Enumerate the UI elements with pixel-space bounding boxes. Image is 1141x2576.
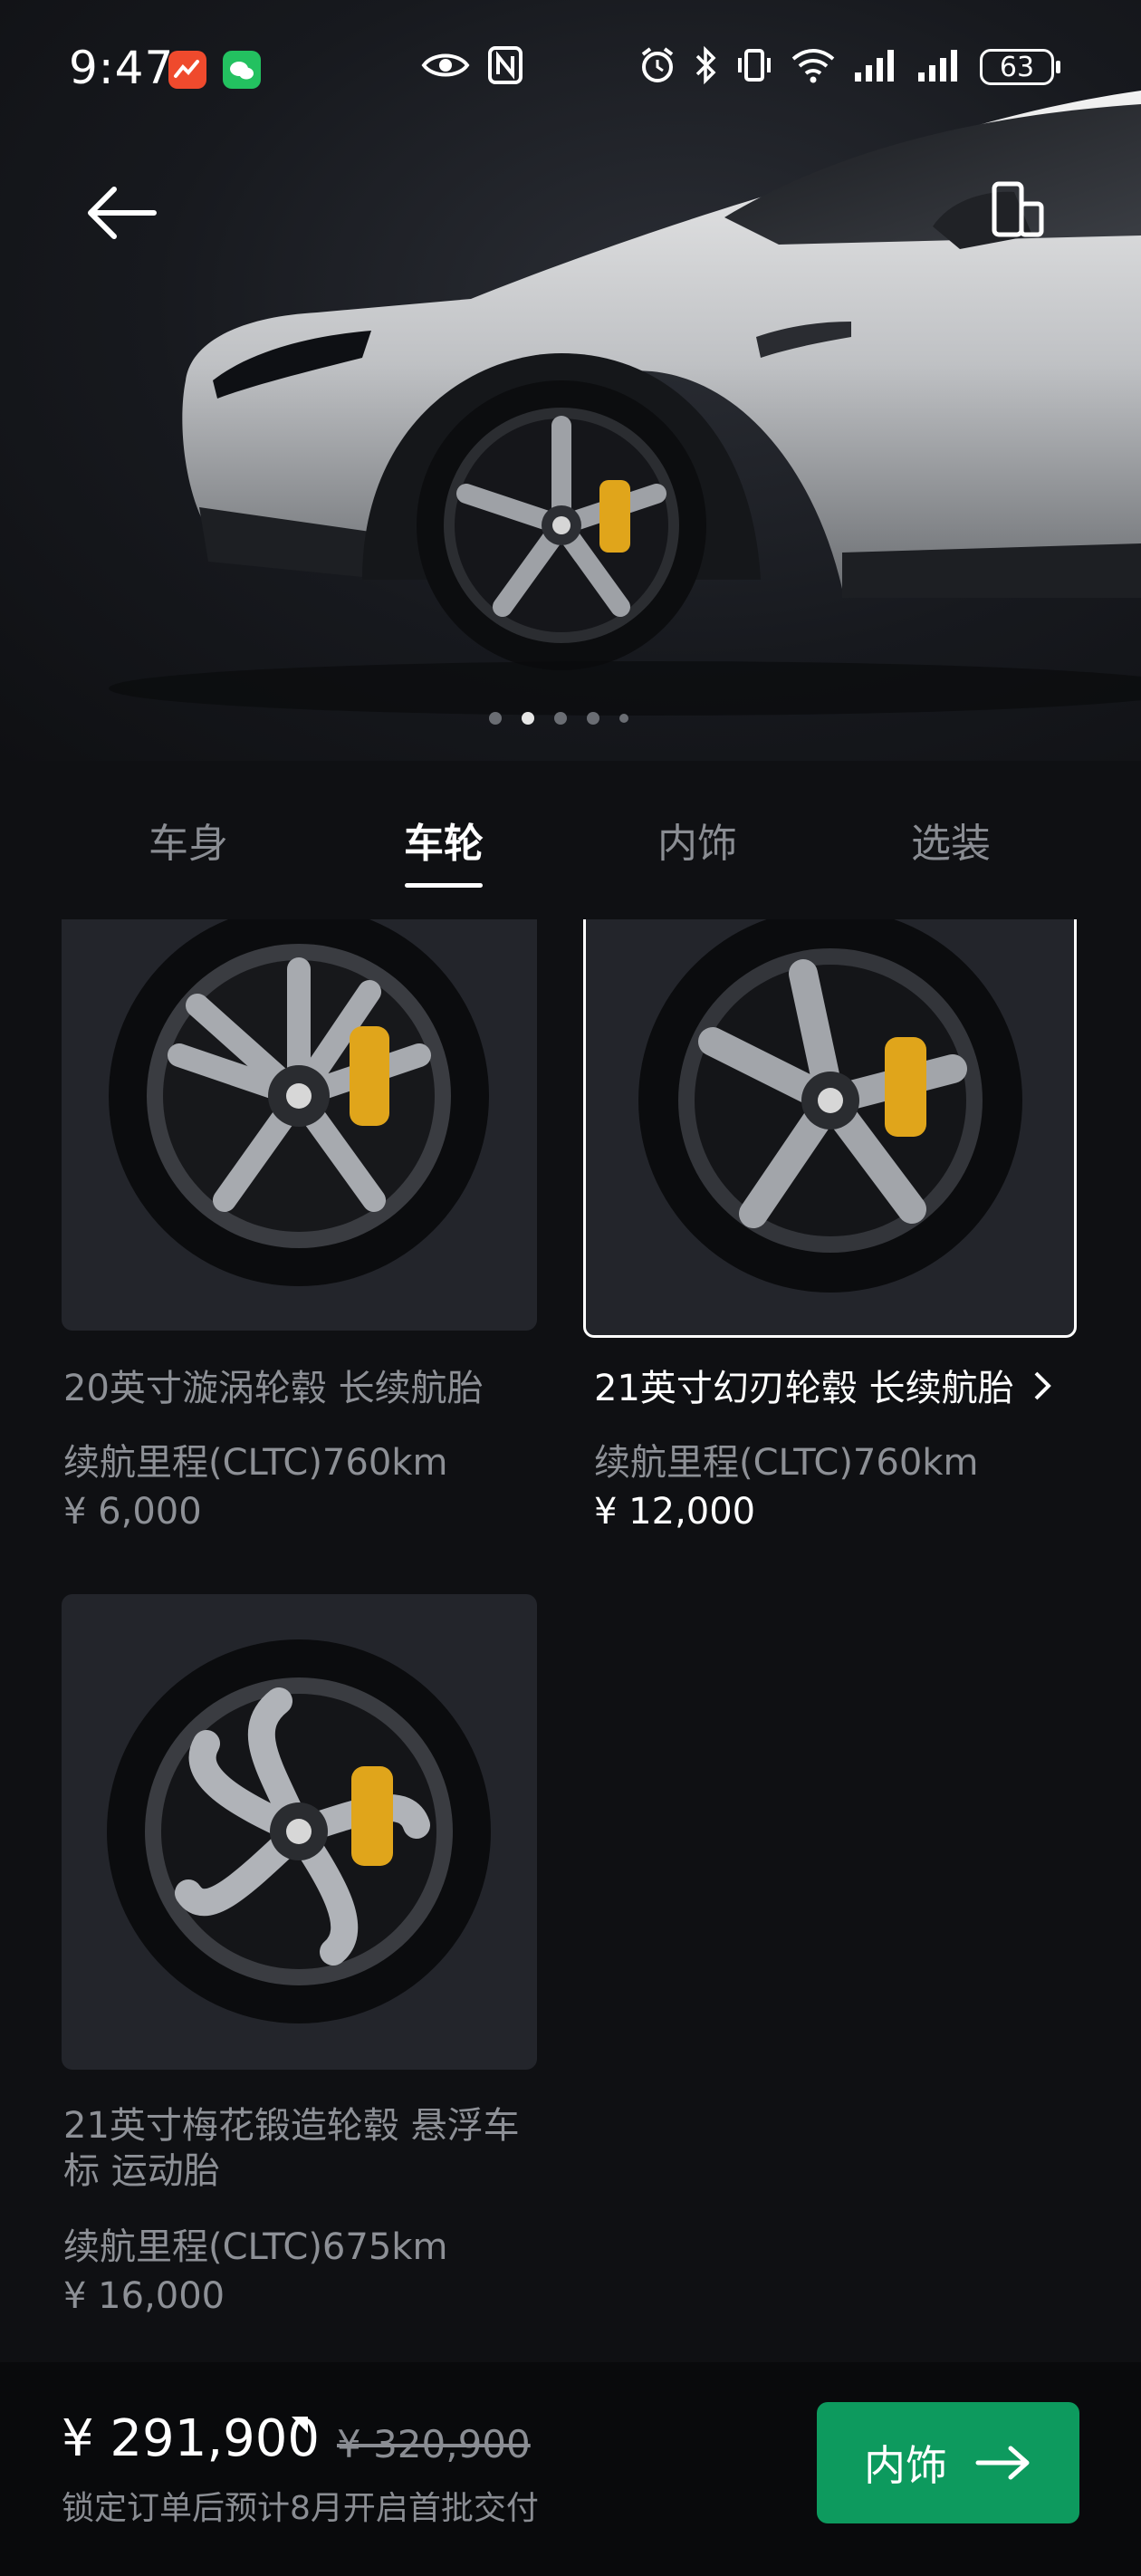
tab-body[interactable]: 车身 xyxy=(98,811,279,869)
carousel-dot[interactable] xyxy=(619,714,628,723)
wifi-icon xyxy=(790,46,837,88)
wheel-name-3: 21英寸梅花锻造轮毂 悬浮车标 运动胎 xyxy=(63,2105,520,2192)
notification-app-icon xyxy=(168,51,206,89)
back-button[interactable] xyxy=(82,177,163,249)
battery-indicator: 63 xyxy=(980,49,1060,85)
wheel-name-2: 21英寸幻刃轮毂 长续航胎 xyxy=(594,1366,1101,1411)
wheel-name-2-text: 21英寸幻刃轮毂 长续航胎 xyxy=(594,1368,1014,1409)
wheel-image xyxy=(638,919,1022,1293)
price-detail-corner-icon[interactable] xyxy=(292,2417,308,2433)
wechat-icon xyxy=(223,51,261,89)
wheel-image xyxy=(107,1639,491,2023)
wheel-price-2: ¥ 12,000 xyxy=(594,1491,756,1533)
nfc-icon xyxy=(487,45,523,89)
chevron-right-icon[interactable] xyxy=(1031,1368,1054,1404)
wheel-option-card-3[interactable] xyxy=(62,1594,537,2070)
wheel-range-3: 续航里程(CLTC)675km xyxy=(63,2226,448,2268)
phone-icon xyxy=(992,181,1044,237)
carousel-dot-active[interactable] xyxy=(522,712,534,725)
wheel-price-3: ¥ 16,000 xyxy=(63,2275,225,2317)
original-price: ¥ 320,900 xyxy=(337,2422,531,2466)
signal-icon-2 xyxy=(916,47,964,87)
carousel-indicator xyxy=(489,712,628,725)
active-tab-underline xyxy=(405,883,483,888)
tab-interior[interactable]: 内饰 xyxy=(607,811,788,869)
delivery-note: 锁定订单后预计8月开启首批交付 xyxy=(62,2490,539,2527)
signal-icon-1 xyxy=(853,47,900,87)
wheel-range-2: 续航里程(CLTC)760km xyxy=(594,1442,979,1484)
config-tabs: 车身 车轮 内饰 选装 xyxy=(0,761,1141,919)
wheel-option-card-2[interactable] xyxy=(583,919,1077,1338)
eye-icon xyxy=(420,47,471,87)
tab-options[interactable]: 选装 xyxy=(860,811,1041,869)
bluetooth-icon xyxy=(694,45,719,89)
carousel-dot[interactable] xyxy=(489,712,502,725)
wheel-image xyxy=(109,919,489,1286)
vibrate-icon xyxy=(735,45,773,89)
wheel-range-1: 续航里程(CLTC)760km xyxy=(63,1442,448,1484)
wheel-option-card-1[interactable] xyxy=(62,919,537,1331)
device-preview-button[interactable] xyxy=(987,177,1050,249)
next-step-button[interactable]: 内饰 xyxy=(817,2402,1079,2523)
status-time: 9:47 xyxy=(69,42,175,94)
carousel-dot[interactable] xyxy=(587,712,599,725)
arrow-left-icon xyxy=(88,187,157,239)
arrow-right-icon xyxy=(975,2446,1030,2480)
total-price: ¥ 291,900 xyxy=(62,2409,321,2468)
wheel-name-1: 20英寸漩涡轮毂 长续航胎 xyxy=(63,1368,484,1409)
next-step-label: 内饰 xyxy=(864,2441,947,2490)
alarm-icon xyxy=(638,45,677,89)
tab-wheels[interactable]: 车轮 xyxy=(353,811,534,869)
wheel-price-1: ¥ 6,000 xyxy=(63,1491,202,1533)
carousel-dot[interactable] xyxy=(554,712,567,725)
status-bar: 9:47 63 xyxy=(0,0,1141,141)
